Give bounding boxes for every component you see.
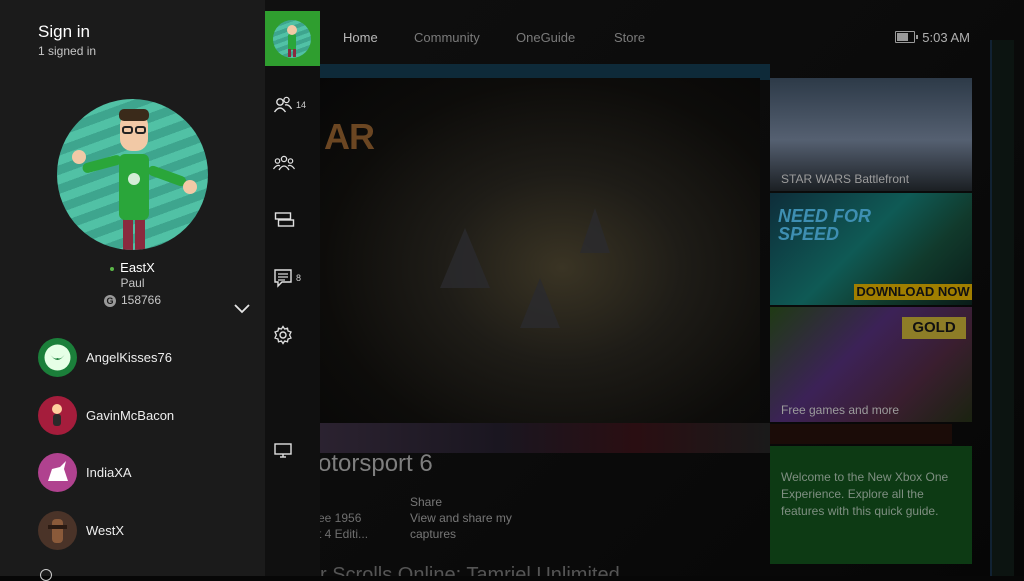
achievements-icon [274, 212, 295, 227]
signed-in-count: 1 signed in [38, 44, 97, 58]
tab-settings[interactable] [265, 318, 320, 352]
red-figure-avatar-icon [38, 396, 77, 435]
nav-store[interactable]: Store [614, 30, 645, 45]
gamerscore-row: G 158766 [0, 293, 265, 307]
friend-item[interactable]: AngelKisses76 [38, 338, 258, 378]
screen-icon [274, 443, 292, 458]
nav-oneguide[interactable]: OneGuide [516, 30, 575, 45]
friends-count: 14 [296, 100, 307, 110]
guide-title[interactable]: Sign in [38, 22, 90, 42]
hero-title-fragment: AR [324, 116, 375, 157]
tab-profile[interactable] [265, 11, 320, 66]
friend-name: WestX [86, 523, 125, 538]
nfs-logo: NEED FOR SPEED [778, 207, 871, 243]
crystal-shape [580, 208, 610, 253]
online-status-icon [110, 266, 115, 271]
guide-panel: Sign in 1 signed in EastX Paul G 158766 [0, 0, 265, 581]
friend-item[interactable]: WestX [38, 511, 258, 551]
gold-badge: GOLD [902, 317, 966, 339]
messages-count: 8 [296, 273, 302, 283]
welcome-tile[interactable]: Welcome to the New Xbox One Experience. … [770, 446, 972, 564]
share-description: View and share my captures [410, 511, 512, 541]
gamertag: EastX [120, 260, 155, 275]
tab-parties[interactable] [265, 146, 320, 180]
nav-home[interactable]: Home [343, 30, 378, 45]
game-subtitle: ee 1956 t 4 Editi... [318, 510, 398, 542]
battery-icon [895, 31, 918, 43]
clock: 5:03 AM [922, 30, 970, 45]
hero-bottom-art [320, 423, 770, 453]
nav-community[interactable]: Community [414, 30, 480, 45]
messages-icon [274, 269, 292, 288]
tab-achievements[interactable] [265, 203, 320, 237]
tile-divider [770, 424, 952, 444]
gamertag-row: EastX [0, 260, 265, 275]
friend-name: IndiaXA [86, 465, 132, 480]
hero-game-tile[interactable]: AR [320, 78, 760, 423]
friend-name: GavinMcBacon [86, 408, 175, 423]
tab-snap[interactable] [265, 433, 320, 467]
next-game-title[interactable]: r Scrolls Online: Tamriel Unlimited [320, 560, 770, 576]
share-tile[interactable]: Share View and share my captures [410, 494, 540, 542]
download-now-banner: DOWNLOAD NOW [854, 284, 972, 300]
friend-name: AngelKisses76 [86, 350, 172, 365]
need-for-speed-tile[interactable]: NEED FOR SPEED DOWNLOAD NOW [770, 193, 972, 305]
nfs-logo-line1: NEED FOR [778, 206, 872, 226]
chevron-down-icon[interactable] [232, 298, 252, 318]
game-title[interactable]: otorsport 6 [318, 450, 433, 478]
gamerscore: 158766 [120, 293, 162, 307]
game-sub-line2: t 4 Editi... [318, 527, 369, 541]
crystal-shape [520, 278, 560, 328]
gear-icon [274, 325, 292, 345]
profile-avatar[interactable] [57, 99, 208, 250]
green-heart-avatar-icon [38, 338, 77, 377]
real-name: Paul [120, 276, 145, 290]
friends-icon [273, 96, 293, 113]
tab-messages[interactable]: 8 [265, 261, 320, 295]
gamerscore-icon: G [103, 294, 116, 307]
avatar-figure-icon [72, 109, 197, 250]
tab-friends[interactable]: 14 [265, 88, 320, 122]
share-label: Share [410, 495, 443, 509]
crystal-shape [440, 228, 490, 288]
right-frame [990, 40, 1014, 576]
star-wars-tile[interactable]: STAR WARS Battlefront [770, 78, 972, 191]
xbox-gold-tile[interactable]: GOLD Free games and more [770, 307, 972, 422]
star-wars-caption: STAR WARS Battlefront [781, 172, 910, 186]
welcome-message: Welcome to the New Xbox One Experience. … [781, 470, 949, 518]
friend-item[interactable]: GavinMcBacon [38, 396, 258, 436]
warrior-avatar-icon [38, 511, 77, 550]
mini-avatar-icon [273, 20, 311, 58]
gold-caption: Free games and more [781, 403, 900, 417]
guide-tab-rail: 14 8 [265, 0, 320, 576]
game-sub-line1: ee 1956 [318, 511, 362, 525]
search-icon[interactable] [40, 569, 52, 581]
pink-unicorn-avatar-icon [38, 453, 77, 492]
party-icon [273, 155, 295, 171]
friend-item[interactable]: IndiaXA [38, 453, 258, 493]
nfs-logo-line2: SPEED [778, 224, 840, 244]
